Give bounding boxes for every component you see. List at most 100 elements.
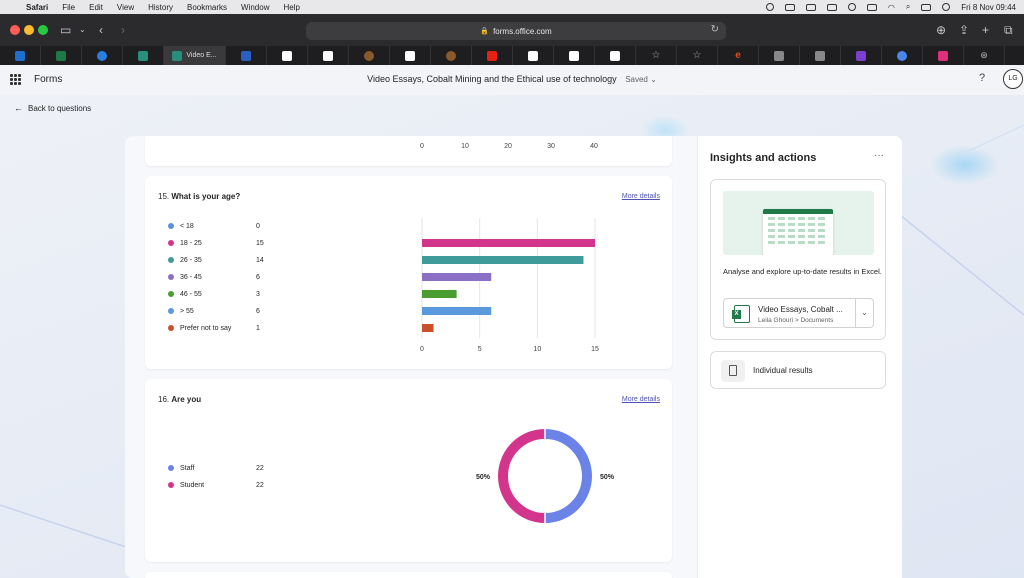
donut-slice [498, 429, 546, 523]
individual-results-label: Individual results [753, 366, 813, 375]
role-donut-chart: 50% 50% [476, 429, 615, 523]
back-to-questions-link[interactable]: ← Back to questions [14, 103, 91, 113]
onedrive-icon [97, 50, 107, 61]
chatgpt-icon: ⊛ [980, 50, 988, 60]
active-tab-label: Video E... [186, 52, 217, 59]
tab-notion-1[interactable] [267, 46, 308, 65]
address-bar[interactable]: 🔒 forms.office.com ↻ [306, 22, 726, 40]
notion-icon [610, 50, 620, 61]
tab-play[interactable] [923, 46, 964, 65]
sidebar-icon[interactable]: ▭ [60, 22, 71, 38]
notion-icon [323, 50, 333, 61]
zoom-window-button[interactable] [38, 25, 48, 35]
open-in-excel-button[interactable]: X Video Essays, Cobalt ... Leila Ghouri … [723, 298, 874, 328]
donut-slice [544, 429, 592, 523]
axis-tick-label: 15 [591, 346, 599, 353]
tab-edge[interactable]: e [718, 46, 759, 65]
chevron-down-icon[interactable]: ⌄ [855, 299, 873, 327]
tab-bookmark-1[interactable] [349, 46, 390, 65]
arrow-left-icon: ← [14, 103, 23, 113]
lock-icon: 🔒 [480, 28, 490, 35]
notion-icon [405, 50, 415, 61]
tab-notion-2[interactable] [308, 46, 349, 65]
calendar-icon[interactable] [826, 3, 837, 11]
save-status: Saved ⌄ [625, 75, 657, 84]
g-site-icon [815, 50, 825, 61]
axis-tick-label: 0 [420, 143, 424, 150]
display-icon[interactable] [805, 3, 816, 11]
axis-tick-label: 20 [504, 143, 512, 150]
tab-outlook[interactable] [0, 46, 41, 65]
axis-tick-label: 5 [478, 346, 482, 353]
share-icon[interactable]: ⇪ [959, 22, 969, 38]
axis-tick-label: 40 [590, 143, 598, 150]
chevron-down-icon[interactable]: ⌄ [79, 22, 86, 38]
tab-forms-active[interactable]: Video E... [164, 46, 226, 65]
close-window-button[interactable] [10, 25, 20, 35]
tab-excel[interactable] [41, 46, 82, 65]
menubar-status-area: ◠ ⌕ Fri 8 Nov 09:44 [765, 0, 1016, 14]
menu-edit[interactable]: Edit [89, 3, 103, 12]
document-title[interactable]: Video Essays, Cobalt Mining and the Ethi… [0, 74, 1024, 84]
minimize-window-button[interactable] [24, 25, 34, 35]
siri-icon[interactable] [942, 3, 951, 11]
play-icon[interactable] [847, 3, 856, 11]
excel-preview-image [723, 191, 874, 255]
bar [422, 290, 457, 298]
tab-drop[interactable] [882, 46, 923, 65]
forward-icon[interactable]: › [121, 22, 125, 38]
battery-icon[interactable] [866, 3, 877, 11]
tab-word[interactable] [226, 46, 267, 65]
menu-safari[interactable]: Safari [26, 3, 48, 12]
notion-icon [569, 50, 579, 61]
back-icon[interactable]: ‹ [99, 22, 103, 38]
menubar-clock[interactable]: Fri 8 Nov 09:44 [961, 3, 1016, 12]
chevron-down-icon: ⌄ [650, 75, 657, 84]
downloads-icon[interactable]: ⊕ [936, 22, 946, 38]
macos-menu-bar: Safari File Edit View History Bookmarks … [0, 0, 1024, 14]
question-15-card: 15. What is your age? More details < 18 0… [145, 176, 672, 369]
more-options-icon[interactable]: ··· [874, 150, 884, 161]
tab-star-1[interactable]: ☆ [636, 46, 677, 65]
menu-bookmarks[interactable]: Bookmarks [187, 3, 227, 12]
screen-mirror-icon[interactable] [784, 3, 795, 11]
avatar[interactable]: LG [1003, 69, 1023, 89]
tab-onedrive[interactable] [82, 46, 123, 65]
slice-percentage-label: 50% [600, 474, 615, 481]
tab-purple[interactable] [841, 46, 882, 65]
menu-window[interactable]: Window [241, 3, 269, 12]
help-button[interactable]: ? [979, 72, 985, 84]
tab-g[interactable] [800, 46, 841, 65]
bar [422, 273, 492, 281]
w-site-icon [774, 50, 784, 61]
tab-notion-5[interactable] [554, 46, 595, 65]
wifi-icon[interactable]: ◠ [888, 3, 895, 12]
control-center-icon[interactable] [921, 3, 932, 11]
bar [422, 256, 584, 264]
spotlight-icon[interactable]: ⌕ [906, 2, 910, 12]
outlook-icon [15, 50, 25, 61]
tab-overview-icon[interactable]: ⧉ [1004, 22, 1013, 38]
previous-question-card: 0 10 20 30 40 [145, 136, 672, 166]
tab-notion-3[interactable] [390, 46, 431, 65]
insight-description: Analyse and explore up-to-date results i… [723, 267, 882, 276]
document-icon [721, 360, 745, 382]
tab-chatgpt[interactable]: ⊛ [964, 46, 1005, 65]
reload-icon[interactable]: ↻ [711, 24, 719, 35]
tab-w[interactable] [759, 46, 800, 65]
tab-youtube[interactable] [472, 46, 513, 65]
axis-tick-label: 10 [533, 346, 541, 353]
menu-history[interactable]: History [148, 3, 173, 12]
tab-sheet[interactable] [123, 46, 164, 65]
linked-file-path: Leila Ghouri > Documents [758, 317, 834, 324]
tab-notion-6[interactable] [595, 46, 636, 65]
menu-view[interactable]: View [117, 3, 134, 12]
menu-file[interactable]: File [62, 3, 75, 12]
tab-star-2[interactable]: ☆ [677, 46, 718, 65]
menu-help[interactable]: Help [283, 3, 299, 12]
tab-bookmark-2[interactable] [431, 46, 472, 65]
creative-cloud-icon[interactable] [765, 3, 774, 11]
tab-notion-4[interactable] [513, 46, 554, 65]
individual-results-button[interactable]: Individual results [710, 351, 886, 389]
new-tab-icon[interactable]: + [982, 22, 989, 38]
